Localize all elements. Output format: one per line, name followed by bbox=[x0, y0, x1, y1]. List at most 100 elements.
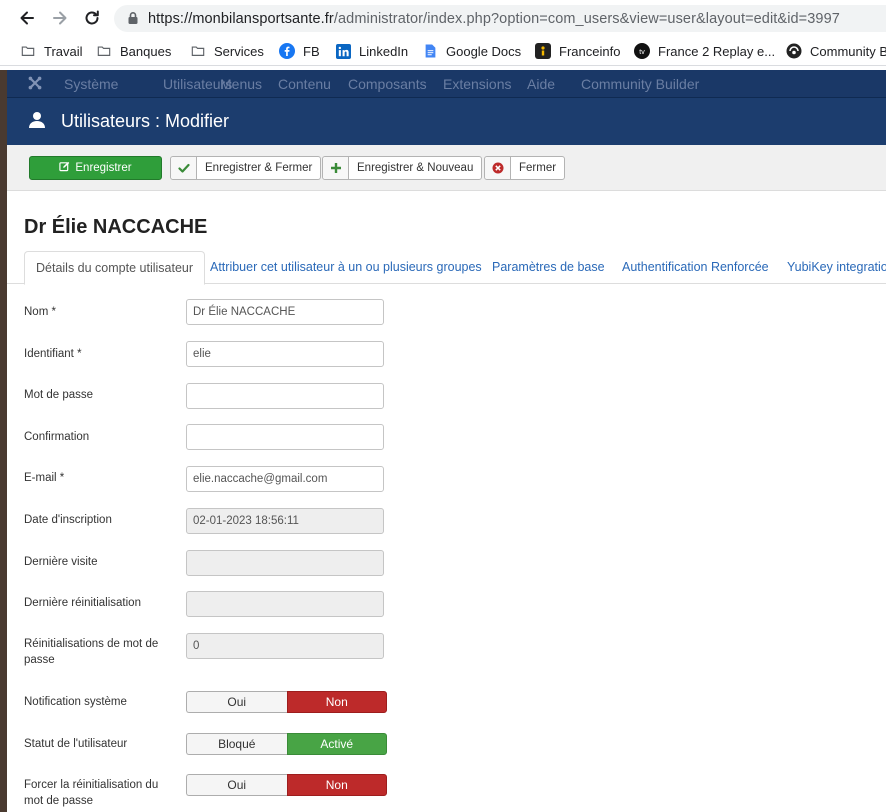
franceinfo-icon bbox=[535, 43, 551, 59]
tab-bar: Détails du compte utilisateur Attribuer … bbox=[7, 251, 886, 285]
lock-icon[interactable] bbox=[126, 11, 140, 25]
bookmark-fb[interactable]: FB bbox=[279, 41, 320, 61]
toolbar: Enregistrer Enregistrer & Fermer Enregis… bbox=[7, 145, 886, 191]
field-label: Mot de passe bbox=[24, 389, 94, 401]
admin-top-menu: Système Utilisateurs Menus Contenu Compo… bbox=[7, 70, 886, 97]
bookmark-franceinfo[interactable]: Franceinfo bbox=[535, 41, 620, 61]
tab-account-details[interactable]: Détails du compte utilisateur bbox=[24, 251, 206, 285]
bookmark-label: Google Docs bbox=[446, 43, 522, 59]
browser-chrome: https://monbilansportsante.fr/administra… bbox=[0, 0, 886, 70]
url-domain: https://monbilansportsante.fr bbox=[148, 11, 334, 27]
user-icon bbox=[29, 111, 45, 129]
toggle-option-non-selected[interactable]: Non bbox=[286, 774, 387, 796]
bookmark-label: LinkedIn bbox=[359, 43, 409, 59]
field-label: Notification système bbox=[24, 696, 127, 708]
forward-arrow-icon[interactable] bbox=[50, 8, 70, 28]
bookmark-france-2[interactable]: tv France 2 Replay e... bbox=[634, 41, 775, 61]
url-path: /administrator/index.php?option=com_user… bbox=[333, 11, 840, 27]
check-icon bbox=[171, 157, 197, 179]
menu-systeme[interactable]: Système bbox=[64, 76, 118, 92]
back-arrow-icon[interactable] bbox=[17, 8, 37, 28]
bookmark-google-docs[interactable]: Google Docs bbox=[422, 41, 521, 61]
password-input[interactable] bbox=[186, 383, 384, 409]
page-header: Utilisateurs : Modifier bbox=[7, 97, 886, 145]
url-text[interactable]: https://monbilansportsante.fr/administra… bbox=[148, 11, 840, 27]
bookmark-label: FB bbox=[303, 43, 320, 59]
toggle-option-oui[interactable]: Oui bbox=[186, 691, 287, 713]
username-input[interactable]: elie bbox=[186, 341, 384, 367]
tab-basic-settings[interactable]: Paramètres de base bbox=[481, 251, 616, 284]
close-label: Fermer bbox=[519, 162, 557, 174]
require-reset-toggle: Oui Non bbox=[186, 774, 387, 796]
field-label: Identifiant * bbox=[24, 348, 82, 360]
save-close-label: Enregistrer & Fermer bbox=[205, 162, 313, 174]
bookmark-label: Community B bbox=[810, 43, 886, 59]
save-button[interactable]: Enregistrer bbox=[29, 156, 162, 180]
field-label: Dernière visite bbox=[24, 556, 98, 568]
email-input[interactable]: elie.naccache@gmail.com bbox=[186, 466, 384, 492]
bookmark-banques[interactable]: Banques bbox=[96, 41, 171, 61]
folder-icon bbox=[190, 43, 206, 59]
bookmark-community[interactable]: Community B bbox=[786, 41, 886, 61]
field-label: Dernière réinitialisation bbox=[24, 597, 141, 609]
plus-icon bbox=[323, 157, 349, 179]
save-close-button[interactable]: Enregistrer & Fermer bbox=[170, 156, 322, 180]
bookmark-services[interactable]: Services bbox=[190, 41, 264, 61]
field-label: E-mail * bbox=[24, 472, 65, 484]
google-docs-icon bbox=[422, 43, 438, 59]
menu-menus[interactable]: Menus bbox=[220, 76, 262, 92]
bookmark-label: Banques bbox=[120, 43, 172, 59]
menu-aide[interactable]: Aide bbox=[527, 76, 555, 92]
address-bar[interactable]: https://monbilansportsante.fr/administra… bbox=[114, 5, 886, 32]
toggle-option-non-selected[interactable]: Non bbox=[286, 691, 387, 713]
bookmarks-bar: Travail Banques Services FB LinkedIn Goo… bbox=[0, 36, 886, 66]
bookmark-travail[interactable]: Travail bbox=[20, 41, 83, 61]
field-label: Date d'inscription bbox=[24, 514, 112, 526]
field-label: Statut de l'utilisateur bbox=[24, 738, 128, 750]
community-icon bbox=[786, 43, 802, 59]
edit-icon bbox=[59, 161, 70, 175]
bookmark-label: Travail bbox=[44, 43, 83, 59]
linkedin-icon bbox=[335, 43, 351, 59]
tab-two-factor-auth[interactable]: Authentification Renforcée bbox=[611, 251, 780, 284]
menu-composants[interactable]: Composants bbox=[348, 76, 427, 92]
bookmark-linkedin[interactable]: LinkedIn bbox=[335, 41, 408, 61]
tab-yubikey[interactable]: YubiKey integration bbox=[776, 251, 886, 284]
close-button[interactable]: Fermer bbox=[484, 156, 566, 180]
register-date-field: 02-01-2023 18:56:11 bbox=[186, 508, 384, 534]
tab-assign-groups[interactable]: Attribuer cet utilisateur à un ou plusie… bbox=[199, 251, 493, 284]
last-reset-field bbox=[186, 591, 384, 617]
menu-community-builder[interactable]: Community Builder bbox=[581, 76, 699, 92]
toggle-option-oui[interactable]: Oui bbox=[186, 774, 287, 796]
save-label: Enregistrer bbox=[75, 162, 132, 174]
bookmark-label: France 2 Replay e... bbox=[658, 43, 776, 59]
admin-app: Système Utilisateurs Menus Contenu Compo… bbox=[7, 70, 886, 812]
svg-text:tv: tv bbox=[639, 49, 645, 56]
user-status-toggle: Bloqué Activé bbox=[186, 733, 387, 755]
folder-icon bbox=[20, 43, 36, 59]
menu-contenu[interactable]: Contenu bbox=[278, 76, 331, 92]
toggle-option-active-selected[interactable]: Activé bbox=[286, 733, 387, 755]
folder-icon bbox=[96, 43, 112, 59]
address-row: https://monbilansportsante.fr/administra… bbox=[0, 0, 886, 36]
france-tv-icon: tv bbox=[634, 43, 650, 59]
field-label: Nom * bbox=[24, 306, 56, 318]
close-circle-icon bbox=[485, 157, 511, 179]
toggle-option-bloque[interactable]: Bloqué bbox=[186, 733, 287, 755]
name-input[interactable]: Dr Élie NACCACHE bbox=[186, 299, 384, 325]
send-email-toggle: Oui Non bbox=[186, 691, 387, 713]
bookmark-label: Franceinfo bbox=[559, 43, 621, 59]
field-label: Forcer la réinitialisation du mot de pas… bbox=[24, 779, 159, 807]
user-name-heading: Dr Élie NACCACHE bbox=[24, 216, 208, 238]
reset-count-field: 0 bbox=[186, 633, 384, 659]
joomla-logo-icon[interactable] bbox=[28, 76, 42, 90]
facebook-icon bbox=[279, 43, 295, 59]
confirm-password-input[interactable] bbox=[186, 424, 384, 450]
field-label: Confirmation bbox=[24, 431, 90, 443]
bookmark-label: Services bbox=[214, 43, 264, 59]
menu-extensions[interactable]: Extensions bbox=[443, 76, 511, 92]
page-title: Utilisateurs : Modifier bbox=[61, 111, 230, 131]
save-new-button[interactable]: Enregistrer & Nouveau bbox=[322, 156, 483, 180]
reload-icon[interactable] bbox=[82, 8, 102, 28]
save-new-label: Enregistrer & Nouveau bbox=[357, 162, 474, 174]
